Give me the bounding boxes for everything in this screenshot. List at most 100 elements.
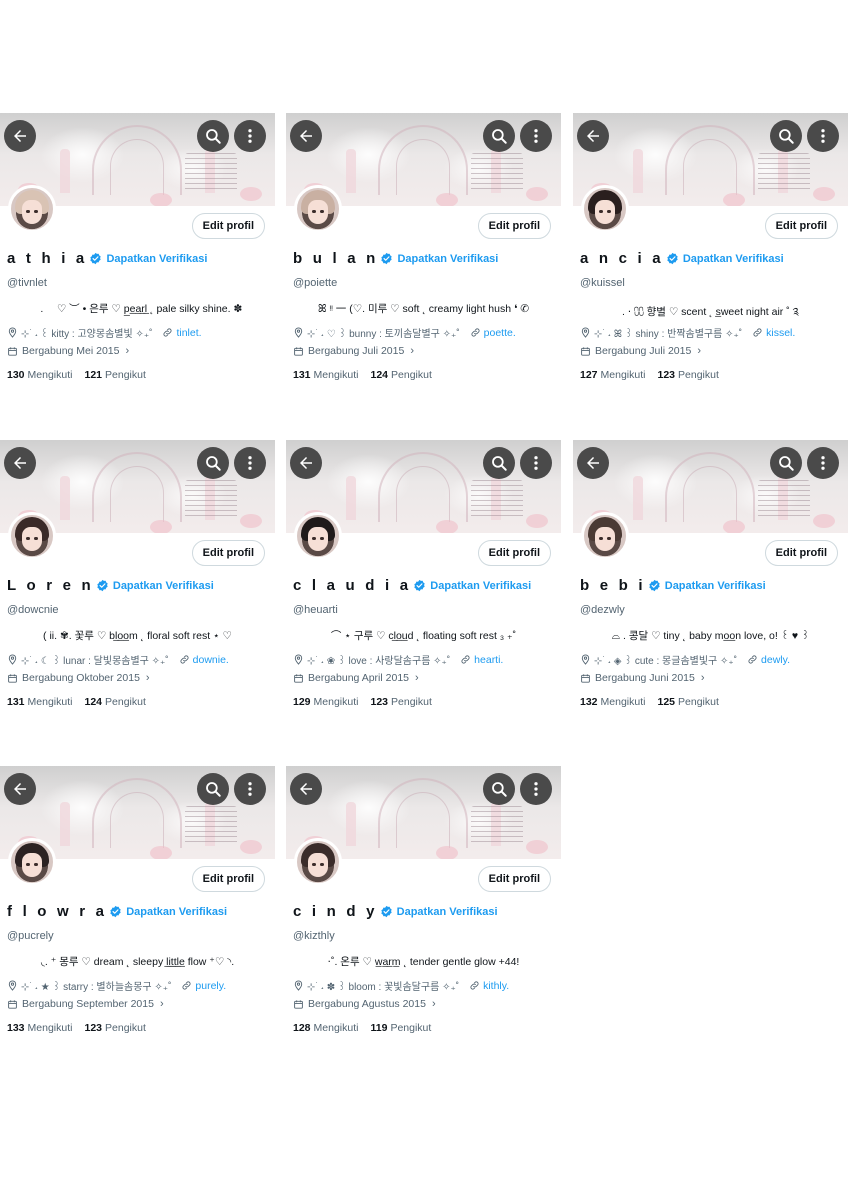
more-options-button[interactable]: [234, 773, 266, 805]
avatar[interactable]: [294, 512, 342, 560]
edit-profile-button[interactable]: Edit profil: [764, 213, 838, 239]
website-link[interactable]: tinlet.: [176, 327, 201, 339]
back-button[interactable]: [290, 120, 322, 152]
get-verified-link[interactable]: Dapatkan Verifikasi: [430, 580, 531, 592]
more-options-button[interactable]: [807, 120, 839, 152]
avatar[interactable]: [8, 512, 56, 560]
following-stat[interactable]: 132 Mengikuti: [580, 696, 645, 708]
get-verified-link[interactable]: Dapatkan Verifikasi: [665, 580, 766, 592]
more-options-button[interactable]: [520, 120, 552, 152]
back-button[interactable]: [4, 773, 36, 805]
more-vertical-icon: [534, 782, 538, 796]
search-button[interactable]: [483, 773, 515, 805]
back-button[interactable]: [290, 773, 322, 805]
following-label: Mengikuti: [313, 1022, 359, 1034]
search-button[interactable]: [483, 120, 515, 152]
calendar-icon: [581, 346, 590, 356]
edit-profile-button[interactable]: Edit profil: [191, 540, 265, 566]
location-pin-icon: [8, 654, 17, 665]
back-button[interactable]: [577, 447, 609, 479]
edit-profile-button[interactable]: Edit profil: [477, 213, 551, 239]
more-options-button[interactable]: [520, 447, 552, 479]
edit-profile-button[interactable]: Edit profil: [764, 540, 838, 566]
followers-stat[interactable]: 124 Pengikut: [370, 369, 431, 381]
link-icon: [753, 328, 762, 337]
followers-stat[interactable]: 119 Pengikut: [370, 1022, 431, 1034]
location-text: ⊹ ࣪ ˖ ❀ ꒱ love : 사랑달솜구름 ✧₊˚: [307, 656, 451, 667]
search-button[interactable]: [197, 120, 229, 152]
get-verified-link[interactable]: Dapatkan Verifikasi: [113, 580, 214, 592]
edit-profile-button[interactable]: Edit profil: [191, 866, 265, 892]
avatar[interactable]: [581, 185, 629, 233]
chevron-right-icon: ›: [125, 345, 130, 357]
following-stat[interactable]: 131 Mengikuti: [293, 369, 358, 381]
get-verified-link[interactable]: Dapatkan Verifikasi: [397, 906, 498, 918]
join-date-row[interactable]: Bergabung Mei 2015 ›: [7, 345, 129, 357]
join-date-row[interactable]: Bergabung Juni 2015 ›: [580, 672, 705, 684]
website-link[interactable]: poette.: [484, 327, 516, 339]
more-options-button[interactable]: [520, 773, 552, 805]
website-link[interactable]: dewly.: [761, 654, 790, 666]
back-button[interactable]: [4, 120, 36, 152]
website-link[interactable]: downie.: [193, 654, 229, 666]
avatar[interactable]: [581, 512, 629, 560]
website-link[interactable]: hearti.: [474, 654, 503, 666]
followers-stat[interactable]: 123 Pengikut: [657, 369, 718, 381]
more-options-button[interactable]: [807, 447, 839, 479]
avatar[interactable]: [8, 838, 56, 886]
edit-profile-button[interactable]: Edit profil: [477, 866, 551, 892]
verified-badge-icon: [414, 579, 425, 592]
website-link[interactable]: purely.: [195, 980, 226, 992]
back-button[interactable]: [577, 120, 609, 152]
avatar[interactable]: [294, 185, 342, 233]
avatar[interactable]: [294, 838, 342, 886]
back-button[interactable]: [290, 447, 322, 479]
following-stat[interactable]: 133 Mengikuti: [7, 1022, 72, 1034]
following-stat[interactable]: 128 Mengikuti: [293, 1022, 358, 1034]
get-verified-link[interactable]: Dapatkan Verifikasi: [106, 253, 207, 265]
get-verified-link[interactable]: Dapatkan Verifikasi: [126, 906, 227, 918]
followers-label: Pengikut: [105, 696, 146, 708]
more-options-button[interactable]: [234, 120, 266, 152]
search-button[interactable]: [770, 120, 802, 152]
followers-stat[interactable]: 125 Pengikut: [657, 696, 718, 708]
join-date-row[interactable]: Bergabung Oktober 2015 ›: [7, 672, 150, 684]
followers-stat[interactable]: 121 Pengikut: [84, 369, 145, 381]
edit-profile-button[interactable]: Edit profil: [191, 213, 265, 239]
stats-row: 132 Mengikuti 125 Pengikut: [580, 696, 719, 708]
join-date-row[interactable]: Bergabung September 2015 ›: [7, 998, 164, 1010]
join-date-row[interactable]: Bergabung Juli 2015 ›: [580, 345, 701, 357]
more-options-button[interactable]: [234, 447, 266, 479]
display-name: a t h i a: [7, 250, 88, 267]
get-verified-link[interactable]: Dapatkan Verifikasi: [683, 253, 784, 265]
edit-profile-button[interactable]: Edit profil: [477, 540, 551, 566]
followers-stat[interactable]: 123 Pengikut: [84, 1022, 145, 1034]
website-link[interactable]: kissel.: [766, 327, 795, 339]
following-count: 128: [293, 1022, 311, 1034]
search-button[interactable]: [483, 447, 515, 479]
website-link[interactable]: kithly.: [483, 980, 509, 992]
join-date-row[interactable]: Bergabung April 2015 ›: [293, 672, 419, 684]
display-name: c i n d y: [293, 903, 378, 920]
get-verified-link[interactable]: Dapatkan Verifikasi: [397, 253, 498, 265]
location-pin-icon: [8, 980, 17, 991]
followers-count: 119: [370, 1022, 388, 1034]
following-stat[interactable]: 130 Mengikuti: [7, 369, 72, 381]
profile-card-6: Edit profil b e b i Dapatkan Verifikasi …: [573, 440, 848, 730]
join-date-row[interactable]: Bergabung Agustus 2015 ›: [293, 998, 436, 1010]
search-button[interactable]: [197, 773, 229, 805]
back-button[interactable]: [4, 447, 36, 479]
followers-label: Pengikut: [678, 369, 719, 381]
following-stat[interactable]: 127 Mengikuti: [580, 369, 645, 381]
following-stat[interactable]: 129 Mengikuti: [293, 696, 358, 708]
search-icon: [206, 129, 221, 144]
join-date: Bergabung Mei 2015: [22, 345, 120, 357]
link-icon: [180, 655, 189, 664]
search-button[interactable]: [197, 447, 229, 479]
followers-stat[interactable]: 123 Pengikut: [370, 696, 431, 708]
avatar[interactable]: [8, 185, 56, 233]
following-stat[interactable]: 131 Mengikuti: [7, 696, 72, 708]
followers-stat[interactable]: 124 Pengikut: [84, 696, 145, 708]
search-button[interactable]: [770, 447, 802, 479]
join-date-row[interactable]: Bergabung Juli 2015 ›: [293, 345, 414, 357]
